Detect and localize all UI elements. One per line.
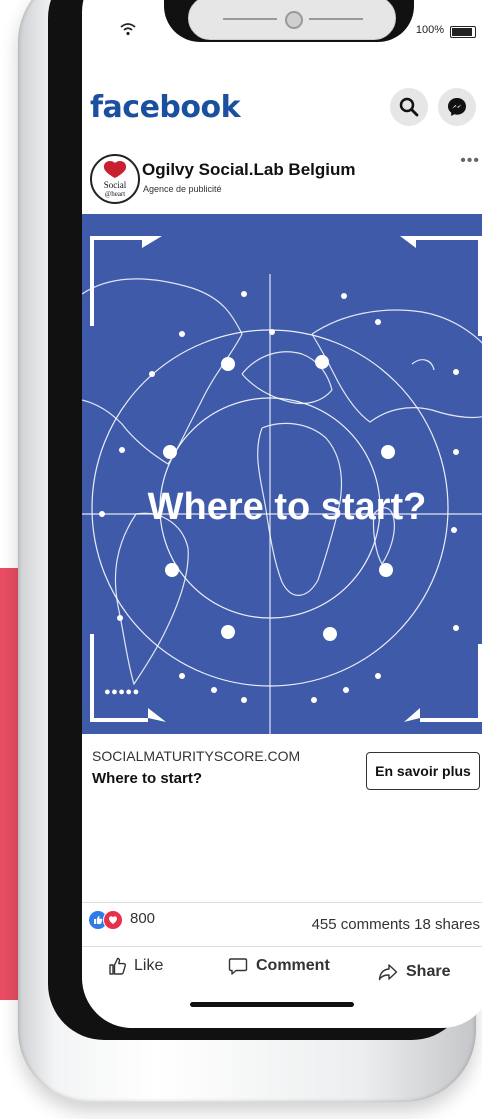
link-title: Where to start? xyxy=(92,770,203,787)
comments-shares-count[interactable]: 455 comments 18 shares xyxy=(312,916,480,933)
like-label: Like xyxy=(134,957,164,974)
page-category: Agence de publicité xyxy=(143,184,222,194)
battery-icon xyxy=(450,26,476,38)
ad-headline: Where to start? xyxy=(147,486,427,528)
more-options-icon[interactable]: ••• xyxy=(460,152,480,170)
phone-bezel: 100% facebook Social @heart Ogilvy Socia… xyxy=(48,0,482,1040)
like-button[interactable]: Like xyxy=(108,956,163,976)
search-button[interactable] xyxy=(390,88,428,126)
social-at-heart-logo: Social @heart xyxy=(104,160,127,198)
reaction-count[interactable]: 800 xyxy=(130,910,155,927)
messenger-button[interactable] xyxy=(438,88,476,126)
status-bar: 100% xyxy=(82,0,482,62)
carousel-indicator: ●●●●● xyxy=(104,686,140,698)
speaker-camera-plate xyxy=(188,0,396,40)
link-preview[interactable]: SOCIALMATURITYSCORE.COM Where to start? … xyxy=(82,734,482,904)
svg-text:Social: Social xyxy=(104,180,127,190)
comment-icon xyxy=(228,958,248,975)
comment-button[interactable]: Comment xyxy=(228,956,330,976)
speaker-line xyxy=(309,18,363,20)
reaction-icons[interactable] xyxy=(88,910,123,930)
svg-text:@heart: @heart xyxy=(105,190,125,198)
page-avatar[interactable]: Social @heart xyxy=(90,154,140,204)
speaker-line xyxy=(223,18,277,20)
thumbs-up-icon xyxy=(109,957,127,975)
ad-image[interactable]: Where to start? ●●●●● xyxy=(82,214,482,734)
share-button[interactable]: Share xyxy=(378,962,450,982)
world-map-illustration xyxy=(82,236,482,734)
divider xyxy=(82,946,482,947)
battery-percentage: 100% xyxy=(415,24,444,36)
search-icon xyxy=(399,97,419,117)
love-reaction-icon xyxy=(103,910,123,930)
learn-more-button[interactable]: En savoir plus xyxy=(366,752,480,790)
reactions-bar: 800 455 comments 18 shares xyxy=(82,904,482,948)
share-label: Share xyxy=(406,963,451,980)
facebook-logo[interactable]: facebook xyxy=(90,90,241,125)
post-header: Social @heart Ogilvy Social.Lab Belgium … xyxy=(82,148,482,208)
post-actions: Like Comment Share xyxy=(82,948,482,998)
home-indicator[interactable] xyxy=(190,1002,354,1007)
phone-screen: 100% facebook Social @heart Ogilvy Socia… xyxy=(82,0,482,1028)
page-name[interactable]: Ogilvy Social.Lab Belgium xyxy=(142,160,356,180)
divider xyxy=(82,902,482,903)
app-header: facebook xyxy=(82,80,482,140)
front-camera-icon xyxy=(285,11,303,29)
link-domain: SOCIALMATURITYSCORE.COM xyxy=(92,748,301,764)
comment-label: Comment xyxy=(256,957,330,974)
messenger-icon xyxy=(448,98,466,116)
wifi-icon xyxy=(120,23,136,36)
phone-frame: 100% facebook Social @heart Ogilvy Socia… xyxy=(18,0,482,1102)
share-icon xyxy=(378,964,398,981)
